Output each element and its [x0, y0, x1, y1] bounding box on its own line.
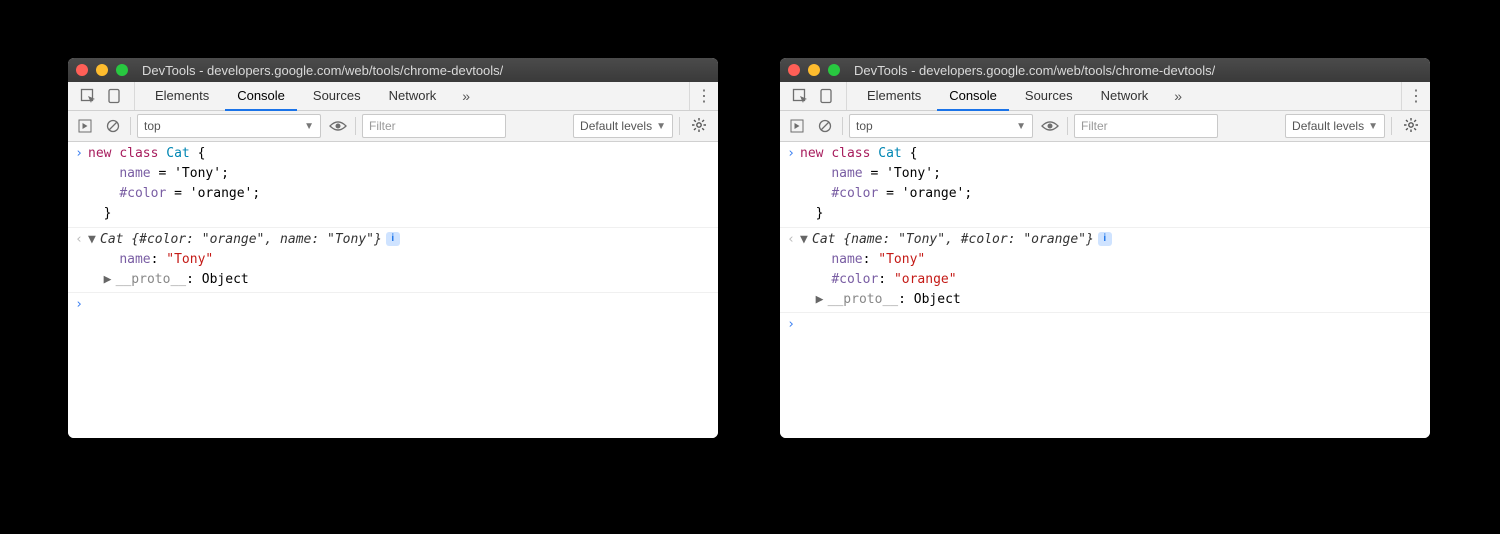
show-console-sidebar-icon[interactable]: [74, 115, 96, 137]
chevron-down-icon: ▼: [656, 121, 666, 132]
tabstrip: Elements Console Sources Network » ⋮: [68, 82, 718, 111]
console-body[interactable]: › new class Cat { name = 'Tony'; #color …: [68, 142, 718, 438]
clear-console-icon[interactable]: [814, 115, 836, 137]
console-output[interactable]: ▼Cat {#color: "orange", name: "Tony"}i n…: [88, 230, 712, 290]
devtools-window-right: DevTools - developers.google.com/web/too…: [780, 58, 1430, 438]
clear-console-icon[interactable]: [102, 115, 124, 137]
console-input-row: › new class Cat { name = 'Tony'; #color …: [780, 142, 1430, 228]
tabs-overflow[interactable]: »: [452, 88, 480, 104]
console-body[interactable]: › new class Cat { name = 'Tony'; #color …: [780, 142, 1430, 438]
info-badge-icon[interactable]: i: [1098, 232, 1112, 246]
tab-sources[interactable]: Sources: [1013, 81, 1085, 111]
live-expression-icon[interactable]: [1039, 115, 1061, 137]
tab-elements[interactable]: Elements: [143, 81, 221, 111]
tab-elements[interactable]: Elements: [855, 81, 933, 111]
log-levels-selector[interactable]: Default levels ▼: [573, 114, 673, 138]
inspect-icon[interactable]: [792, 88, 808, 104]
result-icon: [782, 230, 800, 311]
execution-context-selector[interactable]: top ▼: [137, 114, 321, 138]
console-output[interactable]: ▼Cat {name: "Tony", #color: "orange"}i n…: [800, 230, 1424, 311]
traffic-light-close[interactable]: [788, 64, 800, 76]
chevron-down-icon: ▼: [1368, 121, 1378, 132]
filter-placeholder: Filter: [1081, 119, 1108, 133]
traffic-light-minimize[interactable]: [808, 64, 820, 76]
traffic-light-minimize[interactable]: [96, 64, 108, 76]
filter-placeholder: Filter: [369, 119, 396, 133]
tab-network[interactable]: Network: [377, 81, 449, 111]
traffic-light-zoom[interactable]: [828, 64, 840, 76]
filter-input[interactable]: Filter: [362, 114, 506, 138]
live-expression-icon[interactable]: [327, 115, 349, 137]
log-levels-selector[interactable]: Default levels ▼: [1285, 114, 1385, 138]
console-input-row: › new class Cat { name = 'Tony'; #color …: [68, 142, 718, 228]
prompt-icon: ›: [70, 295, 88, 315]
prompt-icon: ›: [70, 144, 88, 225]
log-levels-label: Default levels: [580, 119, 652, 133]
chevron-down-icon: ▼: [304, 121, 314, 132]
tab-console[interactable]: Console: [225, 81, 297, 111]
disclosure-triangle-open-icon[interactable]: ▼: [88, 230, 100, 250]
tabs-overflow[interactable]: »: [1164, 88, 1192, 104]
console-settings-icon[interactable]: [686, 117, 712, 136]
titlebar: DevTools - developers.google.com/web/too…: [68, 58, 718, 82]
execution-context-selector[interactable]: top ▼: [849, 114, 1033, 138]
console-output-row: ▼Cat {#color: "orange", name: "Tony"}i n…: [68, 228, 718, 292]
show-console-sidebar-icon[interactable]: [786, 115, 808, 137]
execution-context-label: top: [144, 119, 161, 133]
console-prompt-row[interactable]: ›: [780, 312, 1430, 337]
console-input-code: new class Cat { name = 'Tony'; #color = …: [88, 144, 712, 225]
console-output-row: ▼Cat {name: "Tony", #color: "orange"}i n…: [780, 228, 1430, 313]
traffic-light-close[interactable]: [76, 64, 88, 76]
inspect-icon[interactable]: [80, 88, 96, 104]
device-icon[interactable]: [106, 88, 122, 104]
console-toolbar: top ▼ Filter Default levels ▼: [68, 111, 718, 142]
traffic-light-zoom[interactable]: [116, 64, 128, 76]
prompt-icon: ›: [782, 144, 800, 225]
filter-input[interactable]: Filter: [1074, 114, 1218, 138]
disclosure-triangle-closed-icon[interactable]: ▶: [816, 290, 828, 310]
tab-console[interactable]: Console: [937, 81, 1009, 111]
titlebar: DevTools - developers.google.com/web/too…: [780, 58, 1430, 82]
tabstrip-menu-icon[interactable]: ⋮: [689, 82, 718, 110]
result-icon: [70, 230, 88, 290]
disclosure-triangle-closed-icon[interactable]: ▶: [104, 270, 116, 290]
tab-network[interactable]: Network: [1089, 81, 1161, 111]
info-badge-icon[interactable]: i: [386, 232, 400, 246]
console-settings-icon[interactable]: [1398, 117, 1424, 136]
log-levels-label: Default levels: [1292, 119, 1364, 133]
chevron-down-icon: ▼: [1016, 121, 1026, 132]
execution-context-label: top: [856, 119, 873, 133]
tabstrip-menu-icon[interactable]: ⋮: [1401, 82, 1430, 110]
tab-sources[interactable]: Sources: [301, 81, 373, 111]
disclosure-triangle-open-icon[interactable]: ▼: [800, 230, 812, 250]
window-title: DevTools - developers.google.com/web/too…: [854, 63, 1215, 78]
console-prompt-row[interactable]: ›: [68, 292, 718, 317]
tabstrip: Elements Console Sources Network » ⋮: [780, 82, 1430, 111]
devtools-window-left: DevTools - developers.google.com/web/too…: [68, 58, 718, 438]
device-icon[interactable]: [818, 88, 834, 104]
prompt-icon: ›: [782, 315, 800, 335]
console-input-code: new class Cat { name = 'Tony'; #color = …: [800, 144, 1424, 225]
console-toolbar: top ▼ Filter Default levels ▼: [780, 111, 1430, 142]
window-title: DevTools - developers.google.com/web/too…: [142, 63, 503, 78]
